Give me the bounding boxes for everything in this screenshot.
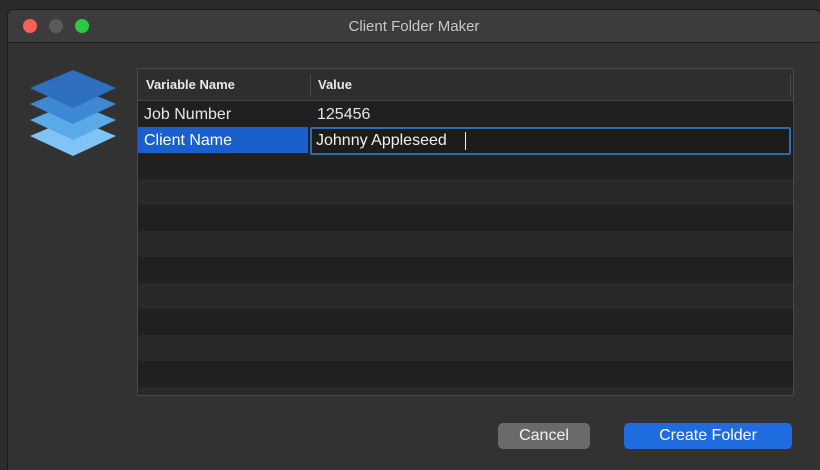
table-row-empty <box>138 179 793 205</box>
row-variable-name: Job Number <box>144 106 232 123</box>
stacked-layers-icon <box>30 70 116 156</box>
text-caret <box>465 132 466 150</box>
column-divider <box>790 74 791 96</box>
cancel-button[interactable]: Cancel <box>498 423 590 449</box>
table-row-selected[interactable]: Client Name <box>138 127 793 155</box>
table-row-empty <box>138 205 793 231</box>
table-row-empty <box>138 231 793 257</box>
table-body: Job Number 125456 Client Name <box>138 101 793 395</box>
table-row-empty <box>138 387 793 395</box>
value-edit-field[interactable] <box>310 127 791 155</box>
table-row-empty <box>138 153 793 179</box>
table-row-empty <box>138 309 793 335</box>
title-bar: Client Folder Maker <box>8 10 820 43</box>
row-value: 125456 <box>317 106 371 123</box>
table-row[interactable]: Job Number 125456 <box>138 101 793 127</box>
app-window: Client Folder Maker Variable Name Value … <box>8 10 820 470</box>
table-row-empty <box>138 283 793 309</box>
table-header: Variable Name Value <box>138 69 793 101</box>
client-name-input[interactable] <box>316 130 776 152</box>
table-row-empty <box>138 361 793 387</box>
window-title: Client Folder Maker <box>348 18 480 35</box>
column-header-variable-name[interactable]: Variable Name <box>146 77 235 92</box>
variables-table: Variable Name Value Job Number 125456 Cl… <box>137 68 794 396</box>
column-divider <box>310 74 311 96</box>
table-row-empty <box>138 257 793 283</box>
column-header-value[interactable]: Value <box>318 77 352 92</box>
create-folder-button[interactable]: Create Folder <box>624 423 792 449</box>
row-variable-name: Client Name <box>138 127 308 153</box>
table-row-empty <box>138 335 793 361</box>
